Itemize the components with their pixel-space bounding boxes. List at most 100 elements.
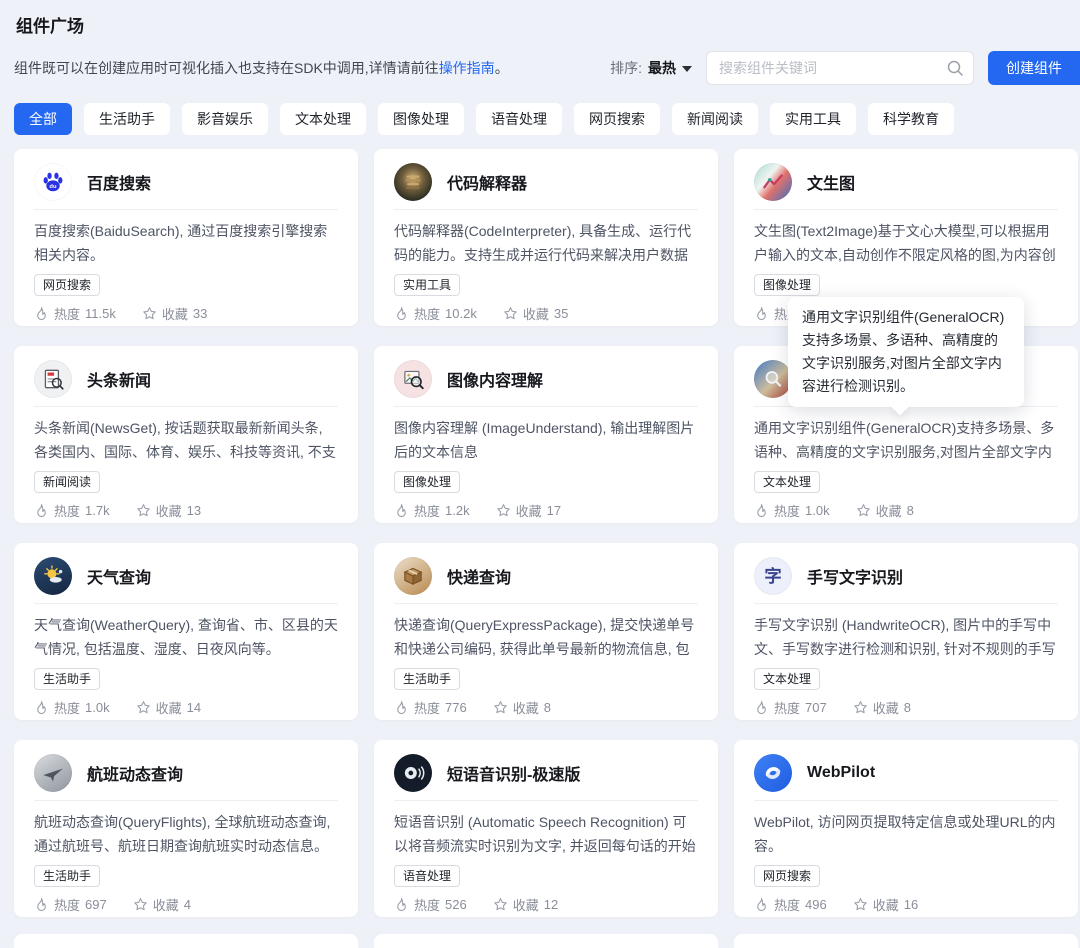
favorite-stat[interactable]: 收藏 13 (136, 501, 201, 520)
heat-label: 热度 (414, 504, 441, 519)
tab-2[interactable]: 影音娱乐 (182, 103, 268, 135)
card-stub (734, 934, 1078, 948)
component-card-10[interactable]: 短语音识别-极速版 短语音识别 (Automatic Speech Recogn… (374, 740, 718, 917)
favorite-stat[interactable]: 收藏 8 (856, 501, 914, 520)
favorite-stat[interactable]: 收藏 8 (493, 698, 551, 717)
heat-stat: 热度 1.2k (394, 501, 470, 520)
favorite-label: 收藏 (152, 898, 179, 913)
flight-icon (34, 754, 72, 792)
category-tag[interactable]: 网页搜索 (754, 865, 821, 887)
tab-1[interactable]: 生活助手 (84, 103, 170, 135)
favorite-stat[interactable]: 收藏 16 (853, 895, 918, 914)
code-interpreter-icon (394, 163, 432, 201)
favorite-stat[interactable]: 收藏 14 (136, 698, 201, 717)
favorite-stat[interactable]: 收藏 35 (503, 304, 568, 323)
sort-dropdown[interactable]: 排序: 最热 (610, 58, 692, 78)
heat-label: 热度 (414, 701, 441, 716)
tab-6[interactable]: 网页搜索 (574, 103, 660, 135)
category-tag[interactable]: 网页搜索 (34, 274, 101, 296)
card-divider (34, 603, 338, 604)
category-tag[interactable]: 新闻阅读 (34, 471, 101, 493)
card-title: WebPilot (807, 764, 876, 781)
favorite-stat[interactable]: 收藏 17 (496, 501, 561, 520)
general-ocr-tooltip: 通用文字识别组件(GeneralOCR)支持多场景、多语种、高精度的文字识别服务… (788, 297, 1024, 407)
card-title: 天气查询 (87, 570, 152, 587)
category-tag[interactable]: 生活助手 (34, 668, 101, 690)
card-divider (394, 406, 698, 407)
component-card-8[interactable]: 字 手写文字识别 手写文字识别 (HandwriteOCR), 图片中的手写中文… (734, 543, 1078, 720)
search-input[interactable] (706, 51, 974, 85)
heat-value: 776 (445, 700, 467, 715)
category-tag[interactable]: 文本处理 (754, 471, 821, 493)
tab-9[interactable]: 科学教育 (868, 103, 954, 135)
category-tag[interactable]: 图像处理 (394, 471, 461, 493)
heat-value: 1.0k (805, 503, 830, 518)
heat-label: 热度 (774, 701, 801, 716)
tab-4[interactable]: 图像处理 (378, 103, 464, 135)
heat-value: 697 (85, 897, 107, 912)
card-divider (34, 209, 338, 210)
page-title: 组件广场 (16, 17, 84, 36)
flame-icon (757, 898, 766, 912)
category-tag[interactable]: 语音处理 (394, 865, 461, 887)
heat-stat: 热度 697 (34, 895, 107, 914)
search-icon[interactable] (946, 59, 964, 77)
flame-icon (757, 504, 766, 518)
tab-7[interactable]: 新闻阅读 (672, 103, 758, 135)
card-divider (34, 800, 338, 801)
star-icon (504, 307, 517, 320)
category-tabs: 全部 生活助手 影音娱乐 文本处理 图像处理 语音处理 网页搜索 新闻阅读 实用工具 科学教育 (14, 103, 1080, 135)
favorite-stat[interactable]: 收藏 33 (142, 304, 207, 323)
category-tag[interactable]: 生活助手 (34, 865, 101, 887)
card-description: WebPilot, 访问网页提取特定信息或处理URL的内容。 (754, 814, 1056, 854)
heat-stat: 热度 526 (394, 895, 467, 914)
guide-link[interactable]: 操作指南 (439, 60, 495, 76)
heat-value: 526 (445, 897, 467, 912)
favorite-stat[interactable]: 收藏 12 (493, 895, 558, 914)
heat-value: 10.2k (445, 306, 477, 321)
favorite-label: 收藏 (515, 504, 542, 519)
favorite-value: 12 (543, 897, 559, 912)
component-card-7[interactable]: 快递查询 快递查询(QueryExpressPackage), 提交快递单号和快… (374, 543, 718, 720)
card-stub (374, 934, 718, 948)
favorite-value: 8 (903, 700, 911, 715)
card-title: 快递查询 (447, 570, 512, 587)
favorite-label: 收藏 (872, 701, 899, 716)
favorite-stat[interactable]: 收藏 4 (133, 895, 191, 914)
heat-label: 热度 (414, 307, 441, 322)
component-card-9[interactable]: 航班动态查询 航班动态查询(QueryFlights), 全球航班动态查询, 通… (14, 740, 358, 917)
category-tag[interactable]: 文本处理 (754, 668, 821, 690)
create-component-button[interactable]: 创建组件 (988, 51, 1080, 85)
favorite-label: 收藏 (872, 898, 899, 913)
card-divider (754, 603, 1058, 604)
category-tag[interactable]: 生活助手 (394, 668, 461, 690)
category-tag[interactable]: 实用工具 (394, 274, 461, 296)
component-card-6[interactable]: 天气查询 天气查询(WeatherQuery), 查询省、市、区县的天气情况, … (14, 543, 358, 720)
tab-8[interactable]: 实用工具 (770, 103, 856, 135)
category-tag[interactable]: 图像处理 (754, 274, 821, 296)
favorite-label: 收藏 (155, 701, 182, 716)
flame-icon (757, 307, 766, 321)
tab-5[interactable]: 语音处理 (476, 103, 562, 135)
subtitle-period: 。 (494, 60, 509, 76)
component-card-4[interactable]: 图像内容理解 图像内容理解 (ImageUnderstand), 输出理解图片后… (374, 346, 718, 523)
weather-icon (34, 557, 72, 595)
favorite-label: 收藏 (512, 701, 539, 716)
flame-icon (757, 701, 766, 715)
component-card-11[interactable]: WebPilot WebPilot, 访问网页提取特定信息或处理URL的内容。 … (734, 740, 1078, 917)
header-controls: 排序: 最热 创建组件 (610, 51, 1080, 85)
card-description: 文生图(Text2Image)基于文心大模型,可以根据用户输入的文本,自动创作不… (754, 223, 1056, 263)
heat-value: 707 (805, 700, 827, 715)
tab-3[interactable]: 文本处理 (280, 103, 366, 135)
sort-label: 排序: (610, 60, 642, 76)
next-row-partial (14, 934, 1078, 948)
heat-stat: 热度 1.7k (34, 501, 110, 520)
component-card-1[interactable]: 代码解释器 代码解释器(CodeInterpreter), 具备生成、运行代码的… (374, 149, 718, 326)
component-card-0[interactable]: du 百度搜索 百度搜索(BaiduSearch), 通过百度搜索引擎搜索相关内… (14, 149, 358, 326)
tab-all[interactable]: 全部 (14, 103, 72, 135)
component-card-3[interactable]: 头条新闻 头条新闻(NewsGet), 按话题获取最新新闻头条, 各类国内、国际… (14, 346, 358, 523)
card-title: 文生图 (807, 176, 856, 193)
baidu-paw-icon: du (34, 163, 72, 201)
favorite-stat[interactable]: 收藏 8 (853, 698, 911, 717)
heat-value: 496 (805, 897, 827, 912)
